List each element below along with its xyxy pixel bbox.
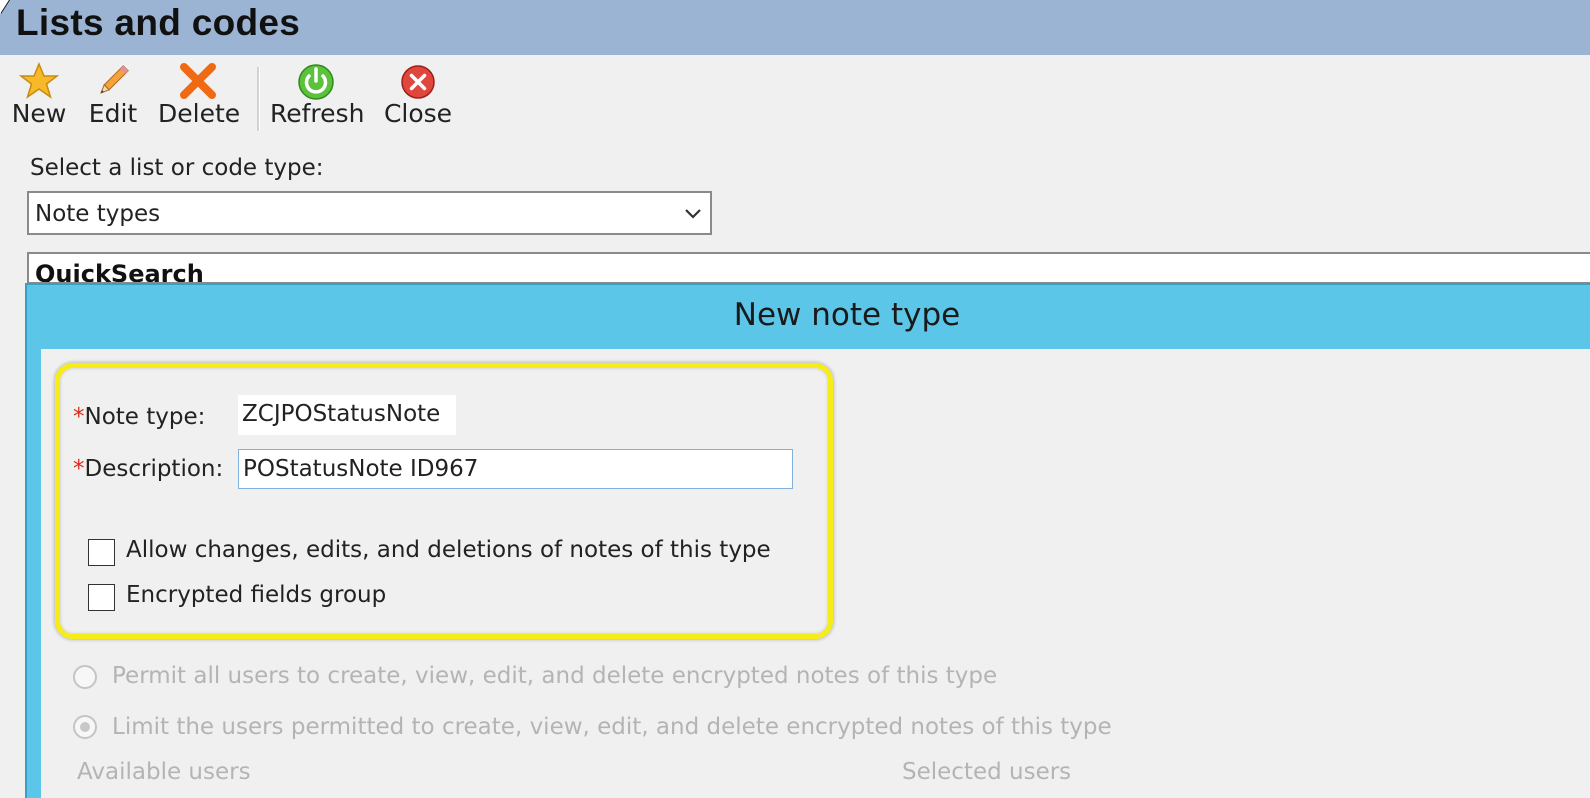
radio-selected-dot [80,722,90,732]
delete-button[interactable]: Delete [158,61,241,135]
window-titlebar: Lists and codes [0,0,1590,55]
required-marker: * [73,456,85,482]
toolbar-separator [257,67,260,131]
quicksearch-label: QuickSearch [35,260,204,284]
refresh-button[interactable]: Refresh [270,61,365,135]
description-input[interactable]: POStatusNote ID967 [238,449,793,489]
description-label: *Description: [73,456,224,482]
new-button-label: New [11,99,67,128]
dialog-body: *Note type: ZCJPOStatusNote *Description… [41,349,1590,798]
quicksearch-panel: QuickSearch [27,252,1590,284]
window-title: Lists and codes [16,2,301,43]
permit-all-users-label: Permit all users to create, view, edit, … [112,663,998,689]
mouse-cursor-icon [0,0,9,14]
list-type-value: Note types [35,201,161,227]
note-type-input[interactable]: ZCJPOStatusNote [238,395,456,435]
close-button[interactable]: Close [382,61,454,135]
star-icon [19,62,59,99]
note-type-value: ZCJPOStatusNote [242,401,441,427]
close-circle-icon [401,65,435,99]
close-button-label: Close [383,99,453,128]
encrypted-fields-checkbox[interactable] [88,584,115,611]
description-value: POStatusNote ID967 [243,456,479,482]
limit-users-label: Limit the users permitted to create, vie… [112,714,1112,740]
limit-users-radio[interactable] [73,715,97,739]
list-type-select[interactable]: Note types [27,191,712,235]
encrypted-fields-label: Encrypted fields group [126,582,387,608]
refresh-icon [298,64,334,100]
chevron-down-icon [685,209,701,219]
note-type-label: *Note type: [73,404,206,430]
allow-changes-checkbox[interactable] [88,539,115,566]
list-type-label: Select a list or code type: [30,155,324,181]
delete-x-icon [180,63,216,99]
edit-button-label: Edit [88,99,138,128]
allow-changes-label: Allow changes, edits, and deletions of n… [126,537,771,563]
required-marker: * [73,404,85,430]
dialog-title: New note type [733,297,961,333]
pencil-icon [100,65,129,94]
new-note-type-dialog: New note type *Note type: ZCJPOStatusNot… [25,283,1590,798]
new-button[interactable]: New [10,61,68,135]
refresh-button-label: Refresh [270,99,365,128]
permit-all-users-radio[interactable] [73,665,97,689]
edit-button[interactable]: Edit [86,61,140,135]
selected-users-label: Selected users [902,759,1072,785]
toolbar: New Edit Delete Refresh Close [0,55,1590,138]
delete-button-label: Delete [158,99,241,128]
available-users-label: Available users [77,759,251,785]
